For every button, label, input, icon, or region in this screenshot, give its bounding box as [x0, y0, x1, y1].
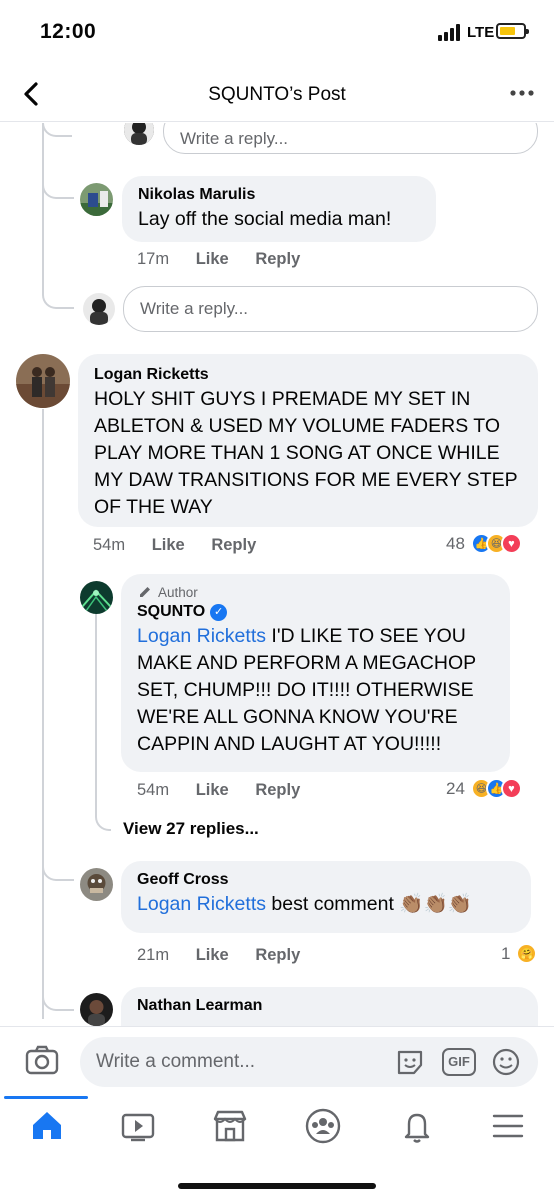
comment-bubble[interactable]: Nathan Learman [121, 987, 538, 1026]
reaction-summary[interactable]: 48 👍 😆 ♥ [446, 533, 522, 554]
comment-time: 54m [93, 536, 126, 554]
avatar[interactable] [80, 868, 113, 901]
home-icon[interactable] [27, 1106, 67, 1146]
reply-button[interactable]: Reply [211, 536, 256, 554]
emoji-icon[interactable] [490, 1047, 522, 1077]
comment-author[interactable]: Nathan Learman [137, 997, 522, 1015]
reply-button[interactable]: Reply [255, 250, 300, 268]
camera-icon[interactable] [24, 1043, 60, 1077]
thread-line [42, 123, 44, 293]
status-bar: 12:00 LTE [0, 0, 554, 66]
like-button[interactable]: Like [196, 250, 229, 268]
mention-link[interactable]: Logan Ricketts [137, 893, 266, 915]
mention-link[interactable]: Logan Ricketts [137, 625, 266, 647]
thread-connector [42, 843, 74, 881]
comment-input-placeholder: Write a comment... [96, 1051, 256, 1072]
comment-author[interactable]: Geoff Cross [137, 871, 515, 889]
home-indicator [178, 1183, 376, 1189]
comment-author[interactable]: Nikolas Marulis [138, 186, 420, 204]
thread-connector [42, 123, 72, 137]
comment-bubble[interactable]: Geoff Cross Logan Ricketts best comment … [121, 861, 531, 933]
comment-author-row: SQUNTO ✓ [137, 603, 494, 621]
comment-text: Logan Ricketts best comment 👏🏽👏🏽👏🏽 [137, 891, 515, 918]
avatar[interactable] [16, 354, 70, 408]
reply-input[interactable]: Write a reply... [123, 286, 538, 332]
comment-time: 17m [137, 250, 170, 268]
reaction-summary[interactable]: 1 🤗 [501, 943, 538, 964]
pencil-icon [140, 587, 150, 597]
care-reaction-icon: 🤗 [516, 943, 538, 964]
sticker-icon[interactable] [394, 1047, 426, 1077]
comment-feed[interactable]: Write a reply... Nikolas Marulis Lay off… [0, 123, 554, 1026]
avatar[interactable] [124, 123, 154, 145]
comment-author[interactable]: SQUNTO [137, 603, 205, 620]
thread-connector [42, 163, 74, 199]
avatar[interactable] [80, 993, 113, 1026]
like-button[interactable]: Like [196, 946, 229, 964]
view-replies-link[interactable]: View 27 replies... [123, 819, 259, 839]
groups-icon[interactable] [303, 1106, 343, 1146]
more-options-icon[interactable] [508, 81, 536, 105]
reaction-summary[interactable]: 24 😆 👍 ♥ [446, 778, 522, 799]
comment-actions: 54m Like Reply [93, 536, 278, 555]
reaction-count: 24 [446, 778, 465, 798]
author-badge-label: Author [158, 584, 198, 600]
verified-icon: ✓ [210, 604, 228, 621]
reaction-count: 48 [446, 533, 465, 553]
avatar[interactable] [80, 183, 113, 216]
reply-input-placeholder: Write a reply... [140, 299, 249, 318]
gif-icon[interactable]: GIF [442, 1048, 476, 1076]
comment-actions: 17m Like Reply [137, 250, 322, 269]
comment-bubble[interactable]: Nikolas Marulis Lay off the social media… [122, 176, 436, 242]
comment-actions: 21m Like Reply [137, 946, 322, 965]
thread-line [42, 409, 44, 1019]
comment-bubble[interactable]: Logan Ricketts HOLY SHIT GUYS I PREMADE … [78, 354, 538, 527]
active-tab-indicator [4, 1096, 88, 1099]
reply-button[interactable]: Reply [255, 781, 300, 799]
comment-input[interactable]: Write a comment... GIF [80, 1037, 538, 1087]
reply-button[interactable]: Reply [255, 946, 300, 964]
battery-icon [496, 23, 529, 39]
love-reaction-icon: ♥ [500, 533, 522, 554]
thread-connector [42, 273, 74, 309]
comment-bubble[interactable]: Author SQUNTO ✓ Logan Ricketts I'D LIKE T… [121, 574, 510, 772]
comment-text: HOLY SHIT GUYS I PREMADE MY SET IN ABLET… [94, 388, 518, 518]
reply-input[interactable]: Write a reply... [163, 123, 538, 154]
reply-input-placeholder: Write a reply... [180, 128, 289, 148]
comment-text-body: best comment 👏🏽👏🏽👏🏽 [266, 893, 473, 915]
thread-connector [42, 973, 74, 1011]
love-reaction-icon: ♥ [500, 778, 522, 799]
author-badge: Author [137, 584, 494, 600]
menu-icon[interactable] [488, 1106, 528, 1146]
comment-actions: 54m Like Reply [137, 781, 322, 800]
gif-label: GIF [448, 1054, 470, 1069]
like-button[interactable]: Like [196, 781, 229, 799]
post-header: SQUNTO’s Post [0, 66, 554, 122]
comment-composer: Write a comment... GIF [0, 1026, 554, 1096]
marketplace-icon[interactable] [210, 1106, 250, 1146]
watch-icon[interactable] [118, 1106, 158, 1146]
avatar[interactable] [83, 293, 115, 325]
thread-connector [95, 783, 111, 831]
comment-text: Lay off the social media man! [138, 208, 392, 230]
comment-time: 54m [137, 781, 170, 799]
thread-line [95, 613, 97, 793]
signal-icon [438, 24, 464, 41]
avatar[interactable] [80, 581, 113, 614]
comment-text: Logan Ricketts I'D LIKE TO SEE YOU MAKE … [137, 623, 494, 758]
reaction-count: 1 [501, 943, 511, 963]
page-title: SQUNTO’s Post [208, 84, 346, 105]
network-label: LTE [467, 24, 495, 41]
notifications-icon[interactable] [397, 1106, 437, 1146]
like-button[interactable]: Like [152, 536, 185, 554]
comment-author[interactable]: Logan Ricketts [94, 366, 522, 384]
bottom-tab-bar [0, 1096, 554, 1166]
status-time: 12:00 [40, 20, 97, 43]
comment-time: 21m [137, 946, 170, 964]
